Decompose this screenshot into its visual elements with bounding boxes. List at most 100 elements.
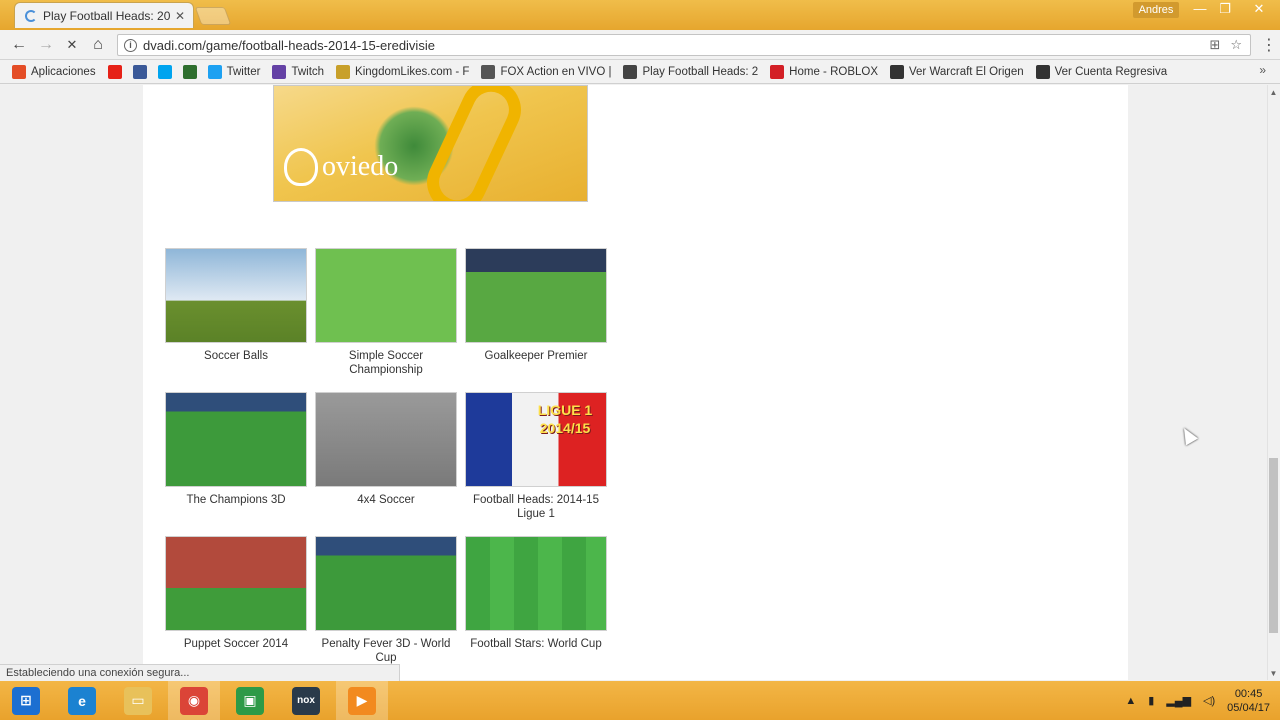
back-button[interactable]: ← — [8, 35, 30, 55]
address-bar[interactable]: i dvadi.com/game/football-heads-2014-15-… — [117, 34, 1251, 56]
bookmark-label: Aplicaciones — [31, 65, 96, 78]
bookmarks-overflow-icon[interactable]: » — [1259, 63, 1266, 77]
bookmark-item[interactable] — [157, 64, 177, 79]
game-card[interactable]: Penalty Fever 3D - World Cup — [315, 536, 457, 665]
thumbnail-overlay-text: LIGUE 1 2014/15 — [537, 402, 593, 436]
game-title[interactable]: 4x4 Soccer — [315, 493, 457, 507]
tab-close-icon[interactable]: ✕ — [175, 9, 185, 23]
bookmark-label: KingdomLikes.com - F — [355, 65, 470, 78]
taskbar-app-ie[interactable]: e — [56, 681, 108, 720]
bookmark-label: Ver Cuenta Regresiva — [1054, 65, 1168, 78]
taskbar-app-chrome[interactable]: ◉ — [168, 681, 220, 720]
game-title[interactable]: Simple Soccer Championship — [315, 349, 457, 377]
bookmark-item[interactable] — [132, 64, 152, 79]
bookmark-item[interactable]: Home - ROBLOX — [770, 64, 878, 79]
apple-icon — [284, 148, 318, 186]
facebook-icon — [132, 64, 147, 79]
new-tab-button[interactable] — [194, 7, 232, 25]
bookmark-item[interactable]: Twitch — [272, 64, 324, 79]
bookmark-item[interactable] — [182, 64, 202, 79]
game-title[interactable]: Football Heads: 2014-15 Ligue 1 — [465, 493, 607, 521]
bookmark-label: Ver Warcraft El Origen — [909, 65, 1024, 78]
game-thumbnail[interactable] — [165, 248, 307, 343]
bookmark-item[interactable]: Ver Cuenta Regresiva — [1035, 64, 1168, 79]
taskbar: ⊞ e ▭ ◉ ▣ nox ▶ ▲ ▮ ▂▄▆ ◁) 00:45 05/04/17 — [0, 681, 1280, 720]
youtube-icon — [107, 64, 122, 79]
bookmark-item[interactable]: Ver Warcraft El Origen — [890, 64, 1024, 79]
title-bar: Play Football Heads: 2014-15 Eredivisie … — [0, 0, 1280, 30]
bookmark-star-icon[interactable]: ☆ — [1230, 37, 1242, 53]
volume-icon[interactable]: ◁) — [1203, 694, 1215, 707]
bookmark-item[interactable]: Twitter — [207, 64, 260, 79]
game-title[interactable]: Puppet Soccer 2014 — [165, 637, 307, 651]
browser-tab[interactable]: Play Football Heads: 2014-15 Eredivisie … — [14, 2, 194, 28]
clock-date: 05/04/17 — [1227, 701, 1270, 714]
roblox-icon — [770, 64, 785, 79]
forward-button[interactable]: → — [35, 35, 57, 55]
status-bar: Estableciendo una conexión segura... — [0, 664, 400, 681]
home-button[interactable]: ⌂ — [87, 35, 109, 55]
media-player-icon: ▶ — [348, 686, 376, 715]
bookmark-item[interactable]: Play Football Heads: 2 — [623, 64, 759, 79]
ad-brand-text: oviedo — [322, 151, 399, 182]
store-icon: ▣ — [236, 686, 264, 715]
bookmark-label: Play Football Heads: 2 — [642, 65, 759, 78]
ad-banner[interactable]: oviedo — [273, 85, 588, 202]
taskbar-app-store[interactable]: ▣ — [224, 681, 276, 720]
site-info-icon[interactable]: i — [124, 38, 137, 52]
game-card[interactable]: LIGUE 1 2014/15 Football Heads: 2014-15 L… — [465, 392, 607, 521]
game-title[interactable]: Goalkeeper Premier — [465, 349, 607, 363]
profile-button[interactable]: Andres — [1133, 2, 1179, 18]
game-thumbnail[interactable] — [315, 392, 457, 487]
game-thumbnail[interactable] — [165, 392, 307, 487]
bookmark-item[interactable]: FOX Action en VIVO | — [481, 64, 612, 79]
taskbar-app-start[interactable]: ⊞ — [0, 681, 52, 720]
stop-button[interactable]: ✕ — [61, 35, 83, 55]
tray-expand-icon[interactable]: ▲ — [1125, 695, 1136, 707]
game-thumbnail[interactable] — [465, 248, 607, 343]
game-card[interactable]: Football Stars: World Cup — [465, 536, 607, 651]
taskbar-app-nox[interactable]: nox — [280, 681, 332, 720]
scroll-down-icon[interactable]: ▼ — [1268, 669, 1279, 678]
browser-menu-icon[interactable]: ⋮ — [1261, 35, 1277, 55]
tab-title: Play Football Heads: 2014-15 Eredivisie — [43, 8, 171, 23]
clock[interactable]: 00:45 05/04/17 — [1227, 687, 1270, 715]
page-content: oviedo Soccer Balls Simple Soccer Champio… — [143, 85, 1128, 680]
dvadi-icon — [623, 64, 638, 79]
game-card[interactable]: The Champions 3D — [165, 392, 307, 507]
bookmark-label: Home - ROBLOX — [789, 65, 878, 78]
bookmark-item[interactable] — [107, 64, 127, 79]
url-text[interactable]: dvadi.com/game/football-heads-2014-15-er… — [143, 38, 435, 53]
game-title[interactable]: Penalty Fever 3D - World Cup — [315, 637, 457, 665]
close-window-button[interactable]: ✕ — [1244, 0, 1274, 20]
tv-icon — [481, 64, 496, 79]
game-thumbnail[interactable] — [315, 536, 457, 631]
battery-icon[interactable]: ▮ — [1148, 694, 1154, 707]
scroll-up-icon[interactable]: ▲ — [1268, 88, 1279, 97]
game-card[interactable]: 4x4 Soccer — [315, 392, 457, 507]
restore-button[interactable]: ❐ — [1210, 0, 1240, 20]
twitter-icon — [207, 64, 222, 79]
bookmark-item[interactable]: KingdomLikes.com - F — [336, 64, 470, 79]
translate-icon[interactable]: ⊞ — [1209, 37, 1220, 53]
game-thumbnail[interactable] — [465, 536, 607, 631]
taskbar-app-player[interactable]: ▶ — [336, 681, 388, 720]
game-title[interactable]: Football Stars: World Cup — [465, 637, 607, 651]
game-card[interactable]: Puppet Soccer 2014 — [165, 536, 307, 651]
game-card[interactable]: Goalkeeper Premier — [465, 248, 607, 363]
game-thumbnail[interactable] — [165, 536, 307, 631]
game-card[interactable]: Simple Soccer Championship — [315, 248, 457, 377]
p-icon — [1035, 64, 1050, 79]
game-thumbnail[interactable]: LIGUE 1 2014/15 — [465, 392, 607, 487]
apps-grid-icon — [12, 64, 26, 79]
game-card[interactable]: Soccer Balls — [165, 248, 307, 363]
bookmark-label: FOX Action en VIVO | — [500, 65, 612, 78]
scrollbar-thumb[interactable] — [1269, 458, 1278, 633]
taskbar-app-explorer[interactable]: ▭ — [112, 681, 164, 720]
game-title[interactable]: Soccer Balls — [165, 349, 307, 363]
windows-icon — [157, 64, 172, 79]
game-title[interactable]: The Champions 3D — [165, 493, 307, 507]
network-icon[interactable]: ▂▄▆ — [1166, 694, 1191, 707]
bookmark-item[interactable]: Aplicaciones — [12, 64, 96, 79]
game-thumbnail[interactable] — [315, 248, 457, 343]
